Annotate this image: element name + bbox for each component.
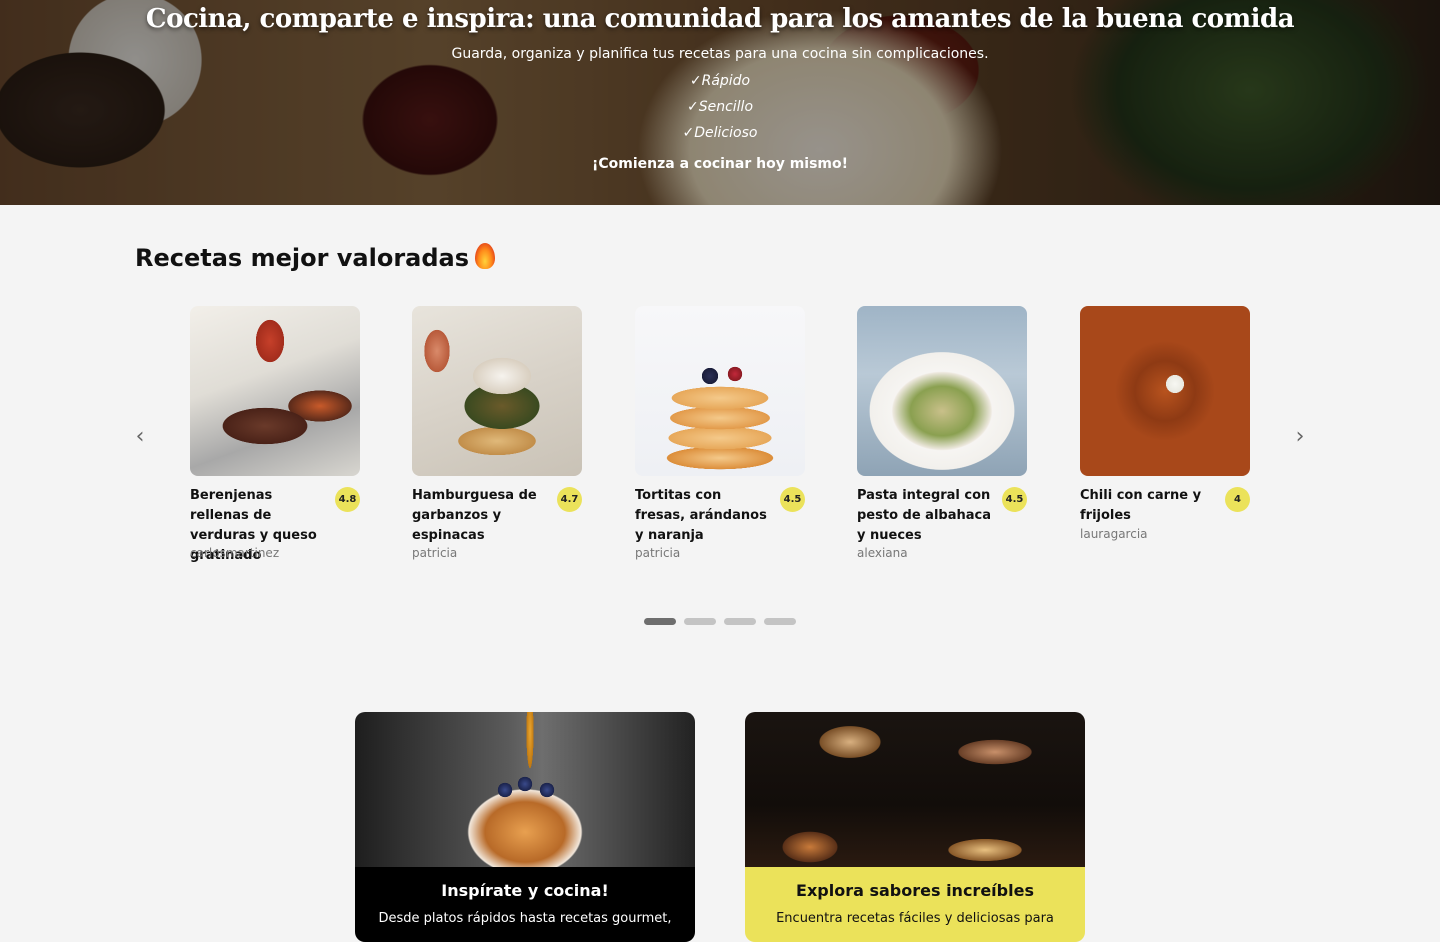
recipe-image[interactable] (190, 306, 360, 476)
promo-image (355, 712, 695, 867)
hero-subtitle: Guarda, organiza y planifica tus recetas… (451, 46, 989, 62)
pagination-dot[interactable] (684, 618, 716, 625)
rating-badge: 4.7 (557, 487, 582, 512)
recipe-author: patricia (412, 546, 458, 560)
recipe-image[interactable] (412, 306, 582, 476)
recipe-card[interactable]: Tortitas con fresas, arándanos y naranja… (635, 306, 805, 560)
recipe-author: carlosmartinez (190, 546, 280, 560)
hero-title: Cocina, comparte e inspira: una comunida… (145, 4, 1295, 34)
recipe-name[interactable]: Chili con carne y frijoles (1080, 486, 1218, 526)
recipe-card[interactable]: Pasta integral con pesto de albahaca y n… (857, 306, 1027, 560)
promo-body: Inspírate y cocina! Desde platos rápidos… (355, 867, 695, 942)
hero-cta-text: ¡Comienza a cocinar hoy mismo! (591, 156, 849, 172)
recipe-card[interactable]: Berenjenas rellenas de verduras y queso … (190, 306, 360, 563)
promo-text: Encuentra recetas fáciles y deliciosas p… (776, 911, 1054, 926)
rating-badge: 4.5 (1002, 487, 1027, 512)
promo-image (745, 712, 1085, 867)
recipe-author: lauragarcia (1080, 527, 1148, 541)
flame-icon (475, 243, 496, 269)
promo-body: Explora sabores increíbles Encuentra rec… (745, 867, 1085, 942)
hero-content: Cocina, comparte e inspira: una comunida… (0, 0, 1440, 205)
promo-text: Desde platos rápidos hasta recetas gourm… (378, 911, 672, 926)
promo-card-inspire[interactable]: Inspírate y cocina! Desde platos rápidos… (355, 712, 695, 942)
recipe-name[interactable]: Pasta integral con pesto de albahaca y n… (857, 486, 995, 546)
rating-badge: 4.8 (335, 487, 360, 512)
hero-feature-item: ✓Delicioso (682, 125, 758, 141)
hero-banner: Cocina, comparte e inspira: una comunida… (0, 0, 1440, 205)
promo-card-explore[interactable]: Explora sabores increíbles Encuentra rec… (745, 712, 1085, 942)
promo-title: Inspírate y cocina! (441, 881, 609, 900)
pagination-dot[interactable] (644, 618, 676, 625)
recipe-image[interactable] (635, 306, 805, 476)
hero-feature-list: ✓Rápido ✓Sencillo ✓Delicioso (0, 72, 1440, 150)
recipe-image[interactable] (857, 306, 1027, 476)
recipe-card[interactable]: Chili con carne y frijoles 4 lauragarcia (1080, 306, 1250, 541)
recipe-name[interactable]: Tortitas con fresas, arándanos y naranja (635, 486, 773, 546)
recipe-image[interactable] (1080, 306, 1250, 476)
promo-title: Explora sabores increíbles (796, 881, 1034, 900)
hero-feature-item: ✓Rápido (689, 73, 751, 89)
recipe-author: alexiana (857, 546, 908, 560)
carousel-prev-button[interactable]: ‹ (130, 426, 150, 448)
recipe-author: patricia (635, 546, 681, 560)
rating-badge: 4.5 (780, 487, 805, 512)
pagination-dot[interactable] (724, 618, 756, 625)
section-title-text: Recetas mejor valoradas (135, 244, 470, 272)
chevron-right-icon: › (1295, 424, 1305, 449)
chevron-left-icon: ‹ (135, 424, 145, 449)
recipe-carousel: Berenjenas rellenas de verduras y queso … (190, 306, 1252, 576)
pagination-dot[interactable] (764, 618, 796, 625)
rating-badge: 4 (1225, 487, 1250, 512)
recipe-name[interactable]: Hamburguesa de garbanzos y espinacas (412, 486, 550, 546)
hero-feature-item: ✓Sencillo (686, 99, 754, 115)
recipe-card[interactable]: Hamburguesa de garbanzos y espinacas 4.7… (412, 306, 582, 560)
section-title: Recetas mejor valoradas (135, 243, 496, 272)
carousel-next-button[interactable]: › (1290, 426, 1310, 448)
